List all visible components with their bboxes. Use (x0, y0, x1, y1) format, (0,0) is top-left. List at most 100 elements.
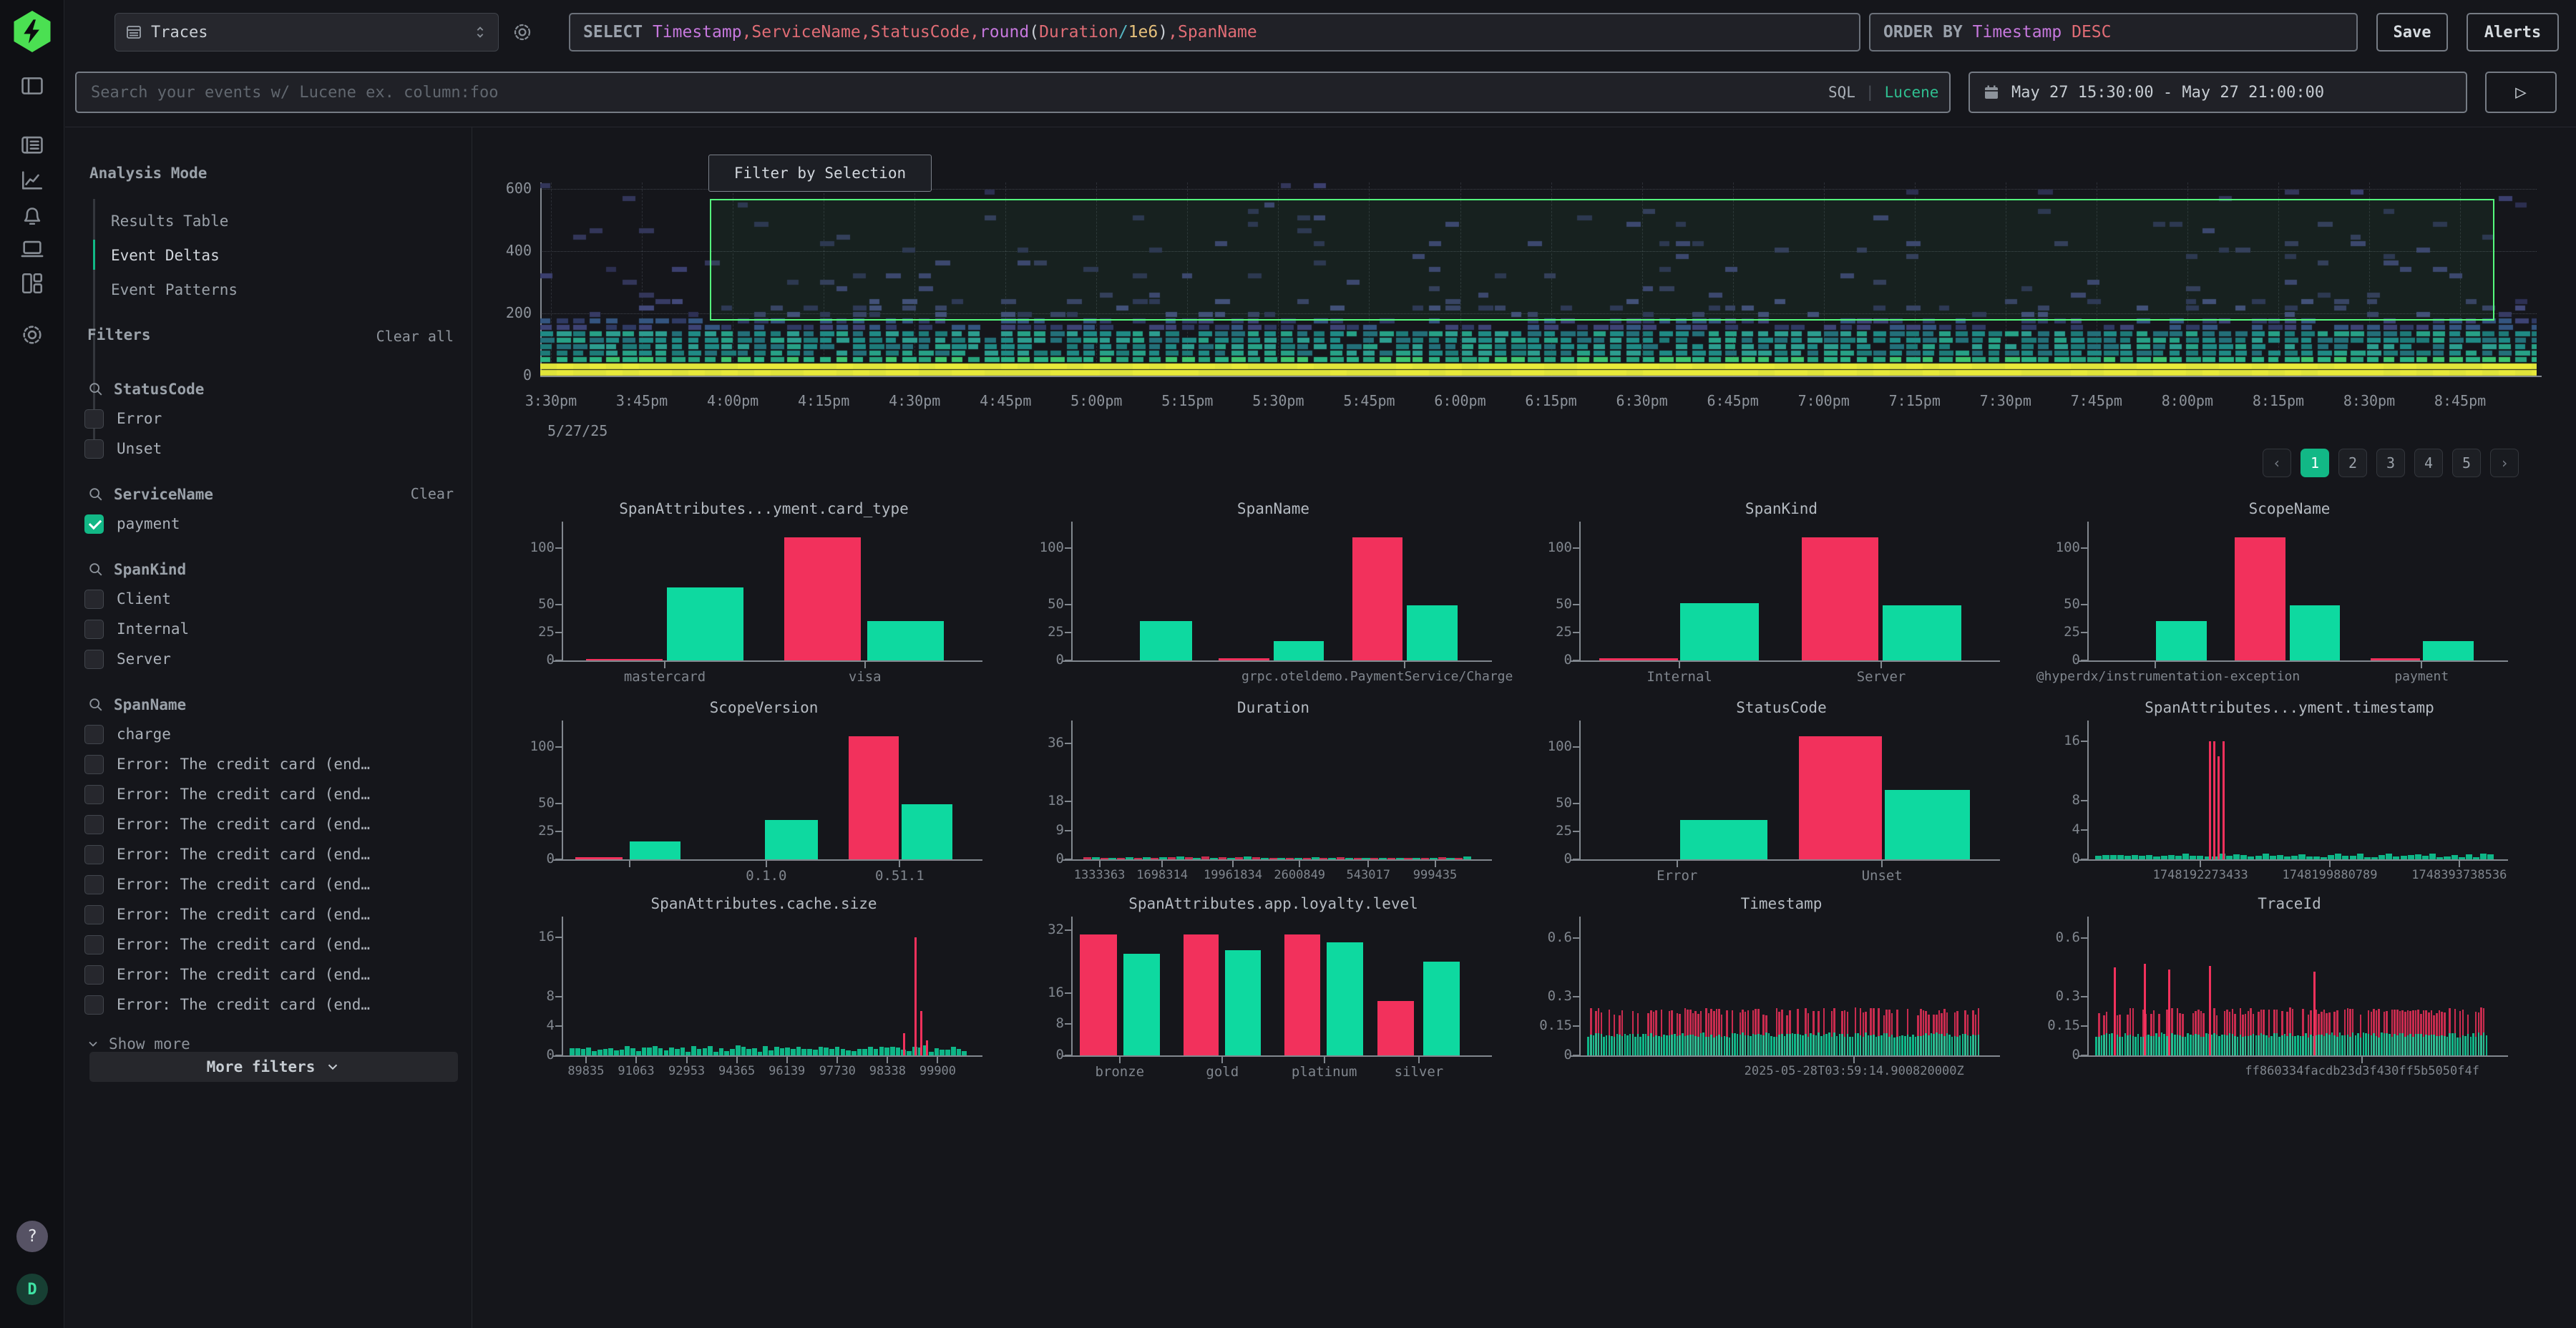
analysis-mode-item[interactable]: Results Table (111, 210, 228, 232)
checkbox[interactable] (84, 590, 104, 609)
checkbox[interactable] (84, 620, 104, 639)
chart-bar-outlier (1168, 857, 1176, 859)
mini-chart[interactable]: StatusCode02550100ErrorUnset (1522, 696, 2030, 895)
mini-chart[interactable]: ScopeVersion025501000.1.00.51.1 (504, 696, 1013, 895)
page-next-button[interactable]: › (2490, 449, 2519, 477)
page-button-5[interactable]: 5 (2452, 449, 2481, 477)
chart-bar-outlier (1377, 1001, 1414, 1055)
time-range-picker[interactable]: May 27 15:30:00 - May 27 21:00:00 (1968, 72, 2467, 113)
filter-option[interactable]: Error: The credit card (end… (84, 783, 370, 805)
mini-chart[interactable]: SpanAttributes.cache.size048168983591063… (504, 892, 1013, 1091)
language-toggle[interactable]: SQL | Lucene (1828, 72, 1938, 113)
search-icon[interactable] (88, 487, 104, 502)
avatar[interactable]: D (16, 1274, 48, 1305)
run-query-button[interactable]: ▷ (2485, 72, 2557, 113)
chart-bar-inlier (1810, 1033, 1812, 1055)
hyperdx-logo-icon[interactable] (11, 11, 53, 52)
filter-option[interactable]: Server (84, 648, 171, 670)
settings-gear-icon[interactable] (19, 322, 45, 348)
filter-option[interactable]: Error: The credit card (end… (84, 994, 370, 1015)
chart-bar-inlier (2205, 1033, 2207, 1055)
checkbox[interactable] (84, 755, 104, 774)
clear-all-link[interactable]: Clear all (376, 328, 454, 345)
logs-search-icon[interactable] (19, 132, 45, 157)
lucene-mode-label[interactable]: Lucene (1885, 84, 1939, 101)
mini-chart[interactable]: SpanAttributes.app.loyalty.level081632br… (1014, 892, 1522, 1091)
filter-option[interactable]: Error: The credit card (end… (84, 844, 370, 865)
selection-rect[interactable] (710, 199, 2494, 321)
checkbox[interactable] (84, 965, 104, 985)
filter-option[interactable]: payment (84, 513, 180, 534)
checkbox-checked[interactable] (84, 514, 104, 534)
dashboards-icon[interactable] (19, 270, 45, 296)
show-more-link[interactable]: Show more (86, 1035, 190, 1053)
checkbox[interactable] (84, 650, 104, 669)
chart-bar-inlier (1663, 1035, 1665, 1055)
panel-toggle-icon[interactable] (19, 73, 45, 99)
mini-chart[interactable]: ScopeName02550100@hyperdx/instrumentatio… (2030, 497, 2538, 696)
clear-group-link[interactable]: Clear (411, 485, 454, 502)
search-icon[interactable] (88, 381, 104, 397)
sql-mode-label[interactable]: SQL (1828, 84, 1855, 101)
checkbox[interactable] (84, 785, 104, 804)
sql-select-input[interactable]: SELECT Timestamp,ServiceName,StatusCode,… (569, 13, 1860, 52)
search-icon[interactable] (88, 697, 104, 713)
filter-by-selection-button[interactable]: Filter by Selection (708, 155, 932, 192)
mini-y-tickmark (1065, 1023, 1071, 1025)
mini-chart[interactable]: Timestamp00.150.30.62025-05-28T03:59:14.… (1522, 892, 2030, 1091)
chart-bar-outlier (586, 659, 663, 660)
filter-option[interactable]: Client (84, 588, 171, 610)
filter-option[interactable]: Error: The credit card (end… (84, 934, 370, 955)
chart-explorer-icon[interactable] (19, 167, 45, 193)
checkbox[interactable] (84, 875, 104, 894)
mini-chart[interactable]: SpanKind02550100InternalServer (1522, 497, 2030, 696)
filter-option[interactable]: Error: The credit card (end… (84, 814, 370, 835)
alerts-bell-icon[interactable] (19, 202, 45, 228)
checkbox[interactable] (84, 439, 104, 459)
search-input[interactable] (75, 72, 1951, 113)
chart-bar-inlier (2213, 1033, 2215, 1055)
help-button[interactable]: ? (16, 1221, 48, 1252)
mini-chart[interactable]: TraceId00.150.30.6ff860334facdb23d3f430f… (2030, 892, 2538, 1091)
page-button-4[interactable]: 4 (2414, 449, 2443, 477)
mini-chart[interactable]: SpanAttributes...yment.timestamp04816174… (2030, 696, 2538, 895)
chart-bar-outlier (1799, 736, 1882, 859)
mini-chart[interactable]: Duration09183613333631698314199618342600… (1014, 696, 1522, 895)
page-button-3[interactable]: 3 (2376, 449, 2405, 477)
filter-option[interactable]: Unset (84, 438, 162, 459)
mini-y-tickmark (2081, 1055, 2087, 1056)
checkbox[interactable] (84, 905, 104, 924)
checkbox[interactable] (84, 815, 104, 834)
sessions-laptop-icon[interactable] (19, 236, 45, 262)
filter-option[interactable]: Internal (84, 618, 189, 640)
save-button[interactable]: Save (2376, 13, 2448, 52)
query-settings-gear-icon[interactable] (509, 19, 535, 45)
checkbox[interactable] (84, 845, 104, 864)
mini-x-axis (2079, 859, 2508, 861)
more-filters-button[interactable]: More filters (89, 1052, 458, 1082)
analysis-mode-item[interactable]: Event Deltas (111, 245, 220, 266)
source-select[interactable]: Traces (114, 13, 499, 52)
mini-y-tickmark (1573, 1055, 1579, 1056)
search-icon[interactable] (88, 562, 104, 577)
checkbox[interactable] (84, 725, 104, 744)
mini-chart[interactable]: SpanName02550100grpc.oteldemo.PaymentSer… (1014, 497, 1522, 696)
order-by-input[interactable]: ORDER BY Timestamp DESC (1869, 13, 2358, 52)
chart-bar-inlier (2281, 1035, 2283, 1055)
alerts-button[interactable]: Alerts (2467, 13, 2559, 52)
checkbox[interactable] (84, 935, 104, 954)
filter-option[interactable]: Error (84, 408, 162, 429)
analysis-mode-item[interactable]: Event Patterns (111, 279, 238, 301)
chart-bar-inlier (2182, 854, 2189, 859)
mini-chart[interactable]: SpanAttributes...yment.card_type02550100… (504, 497, 1013, 696)
filter-option[interactable]: Error: The credit card (end… (84, 904, 370, 925)
page-button-2[interactable]: 2 (2338, 449, 2367, 477)
page-prev-button[interactable]: ‹ (2263, 449, 2291, 477)
filter-option[interactable]: Error: The credit card (end… (84, 874, 370, 895)
checkbox[interactable] (84, 995, 104, 1015)
checkbox[interactable] (84, 409, 104, 429)
page-button-1[interactable]: 1 (2301, 449, 2329, 477)
filter-option[interactable]: Error: The credit card (end… (84, 753, 370, 775)
filter-option[interactable]: Error: The credit card (end… (84, 964, 370, 985)
filter-option[interactable]: charge (84, 723, 171, 745)
